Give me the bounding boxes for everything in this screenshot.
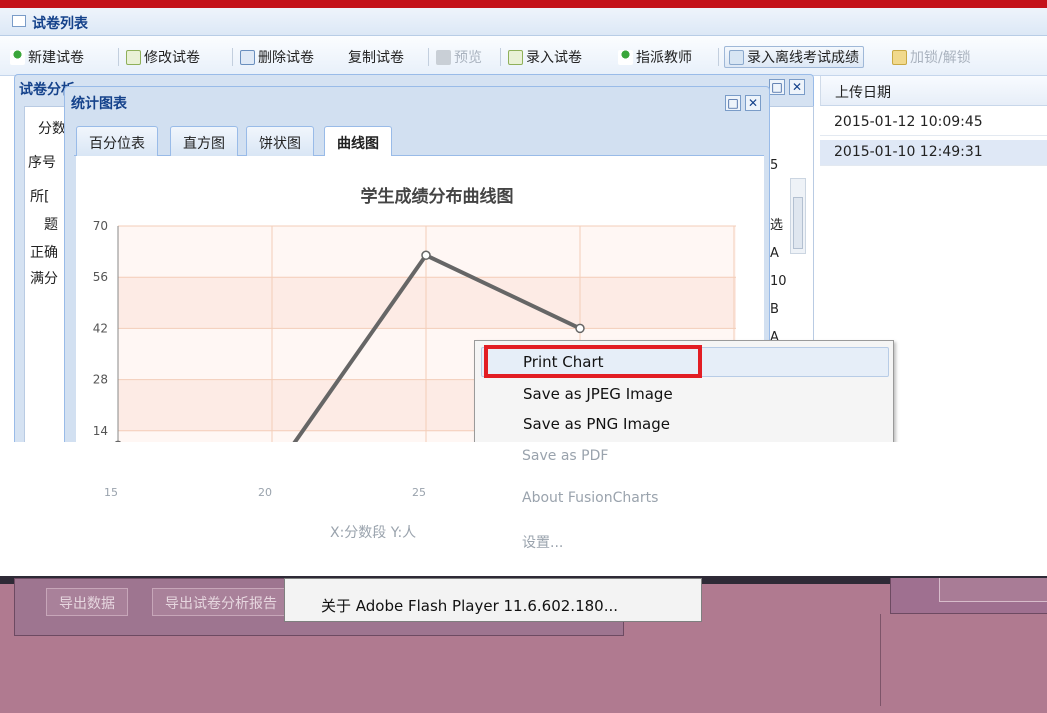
data-point <box>421 250 431 261</box>
tab-pie[interactable]: 饼状图 <box>246 126 314 156</box>
person-icon <box>618 49 633 65</box>
maximize-icon[interactable]: □ <box>725 95 741 111</box>
tab-percentile[interactable]: 百分位表 <box>76 126 158 156</box>
seq-label: 序号 <box>28 155 56 171</box>
x-tick-label: 15 <box>104 486 118 499</box>
chart-band <box>118 277 736 329</box>
panel-title-bar: 试卷列表 <box>0 8 1047 36</box>
edit-paper-label: 修改试卷 <box>144 50 200 66</box>
lock-unlock-button[interactable]: 加锁/解锁 <box>892 46 971 68</box>
print-chart-highlight-box <box>484 345 702 378</box>
panel-title: 试卷列表 <box>32 16 88 32</box>
tab-histogram[interactable]: 直方图 <box>170 126 238 156</box>
chart-window-title: 统计图表 <box>71 96 127 112</box>
menu-item-save-png[interactable]: Save as PNG Image <box>523 415 670 433</box>
lock-unlock-label: 加锁/解锁 <box>910 50 971 66</box>
tab-curve[interactable]: 曲线图 <box>324 126 392 157</box>
toolbar-separator <box>118 48 119 66</box>
topic-label: 题 <box>44 217 58 233</box>
assign-teacher-button[interactable]: 指派教师 <box>618 46 692 68</box>
flash-context-menu: 关于 Adobe Flash Player 11.6.602.180... <box>284 578 702 622</box>
new-paper-label: 新建试卷 <box>28 50 84 66</box>
y-tick-label: 42 <box>93 321 108 335</box>
divider-line <box>880 614 881 706</box>
upload-date-cell: 2015-01-12 10:09:45 <box>834 114 983 130</box>
value-cell: A <box>770 246 779 261</box>
value-cell: 5 <box>770 158 779 173</box>
value-cell: B <box>770 302 779 317</box>
x-tick-label: 25 <box>412 486 426 499</box>
maximize-icon[interactable]: □ <box>769 79 785 95</box>
preview-label: 预览 <box>454 50 482 66</box>
y-tick-label: 70 <box>93 219 108 233</box>
person-add-icon <box>10 49 25 65</box>
column-header-upload-date[interactable]: 上传日期 <box>820 76 1047 106</box>
right-panel-inner <box>939 578 1047 602</box>
full-score-label: 满分 <box>30 271 58 287</box>
export-analysis-button[interactable]: 导出试卷分析报告 <box>152 588 290 616</box>
y-tick-label: 14 <box>93 424 108 438</box>
menu-item-save-pdf[interactable]: Save as PDF <box>522 448 608 464</box>
data-point <box>575 323 585 334</box>
vertical-scrollbar[interactable] <box>790 178 806 254</box>
delete-paper-button[interactable]: 删除试卷 <box>240 46 314 68</box>
top-accent-bar <box>0 0 1047 8</box>
chart-title: 学生成绩分布曲线图 <box>361 186 514 207</box>
menu-item-settings[interactable]: 设置... <box>522 532 563 552</box>
toolbar-separator <box>718 48 719 66</box>
copy-paper-button[interactable]: 复制试卷 <box>348 46 404 68</box>
edit-paper-button[interactable]: 修改试卷 <box>126 46 200 68</box>
value-cell: 10 <box>770 274 787 289</box>
toolbar: 新建试卷 修改试卷 删除试卷 复制试卷 预览 录入试卷 指派教师 录入离线考试成… <box>0 36 1047 76</box>
y-tick-label: 28 <box>93 373 108 387</box>
upload-date-cell: 2015-01-10 12:49:31 <box>834 144 983 160</box>
table-row[interactable]: 2015-01-10 12:49:31 <box>820 140 1047 166</box>
edit-icon <box>508 49 523 65</box>
delete-icon <box>240 49 255 65</box>
offline-score-button[interactable]: 录入离线考试成绩 <box>724 46 864 68</box>
lock-icon <box>892 49 907 65</box>
preview-icon <box>436 49 451 65</box>
right-panel <box>890 578 1047 614</box>
value-cell: 选 <box>770 218 784 233</box>
menu-item-about-flash[interactable]: 关于 Adobe Flash Player 11.6.602.180... <box>321 595 618 616</box>
menu-item-about-fusioncharts[interactable]: About FusionCharts <box>522 490 658 506</box>
edit-icon <box>126 49 141 65</box>
column-header-label: 上传日期 <box>835 85 891 101</box>
close-icon[interactable]: ✕ <box>745 95 761 111</box>
chart-axis-caption: X:分数段 Y:人 <box>330 525 417 541</box>
grid-icon <box>12 15 26 27</box>
offline-score-label: 录入离线考试成绩 <box>747 50 859 66</box>
close-icon[interactable]: ✕ <box>789 79 805 95</box>
correct-label: 正确 <box>30 245 58 261</box>
chart-tabs: 百分位表 直方图 饼状图 曲线图 <box>74 124 764 157</box>
enter-paper-label: 录入试卷 <box>526 50 582 66</box>
toolbar-separator <box>500 48 501 66</box>
delete-paper-label: 删除试卷 <box>258 50 314 66</box>
toolbar-separator <box>428 48 429 66</box>
belong-label: 所[ <box>30 189 50 205</box>
new-paper-button[interactable]: 新建试卷 <box>10 46 84 68</box>
copy-paper-label: 复制试卷 <box>348 50 404 66</box>
score-label: 分数 <box>38 121 66 137</box>
enter-paper-button[interactable]: 录入试卷 <box>508 46 582 68</box>
y-tick-label: 56 <box>93 270 108 284</box>
menu-item-save-jpeg[interactable]: Save as JPEG Image <box>523 385 673 403</box>
preview-button[interactable]: 预览 <box>436 46 482 68</box>
scrollbar-thumb[interactable] <box>793 197 803 249</box>
export-data-button[interactable]: 导出数据 <box>46 588 128 616</box>
x-tick-label: 20 <box>258 486 272 499</box>
upload-icon <box>729 49 744 65</box>
table-row[interactable]: 2015-01-12 10:09:45 <box>820 110 1047 136</box>
assign-teacher-label: 指派教师 <box>636 50 692 66</box>
toolbar-separator <box>232 48 233 66</box>
